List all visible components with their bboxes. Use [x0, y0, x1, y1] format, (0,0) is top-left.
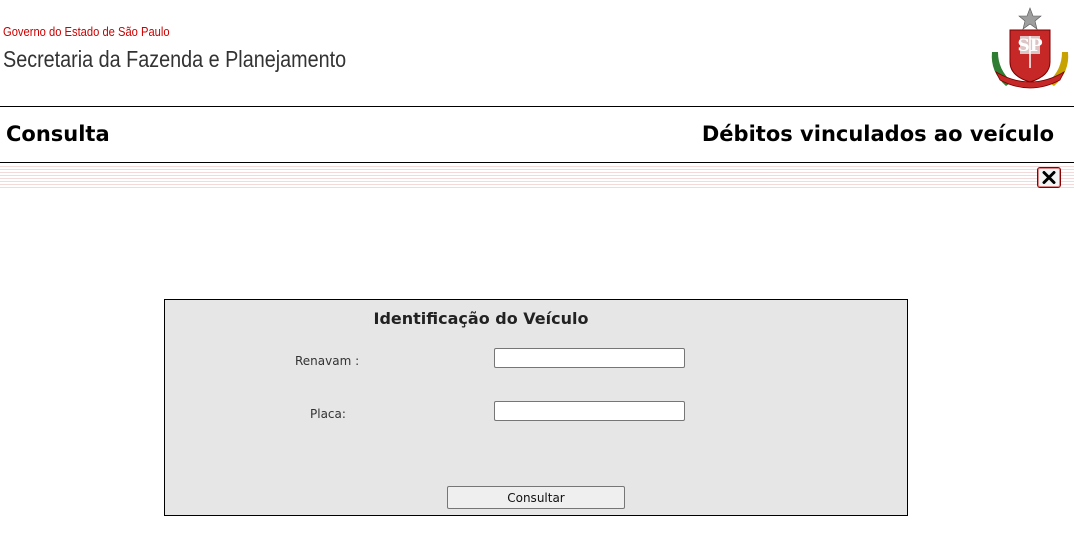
- page-title: Débitos vinculados ao veículo: [701, 122, 1054, 146]
- government-name: Governo do Estado de São Paulo: [3, 24, 170, 39]
- close-button[interactable]: [1037, 167, 1061, 188]
- vehicle-identification-form: Identificação do Veículo Renavam : Placa…: [164, 299, 908, 516]
- consultar-button[interactable]: Consultar: [447, 486, 625, 509]
- placa-input[interactable]: [494, 401, 685, 421]
- coat-of-arms-text: SP: [1017, 36, 1042, 56]
- header-divider: [0, 106, 1074, 107]
- site-header: Governo do Estado de São Paulo Secretari…: [0, 0, 1074, 106]
- close-icon: [1042, 171, 1056, 184]
- renavam-label: Renavam :: [295, 354, 360, 368]
- secretariat-name: Secretaria da Fazenda e Planejamento: [3, 46, 347, 72]
- renavam-input[interactable]: [494, 348, 685, 368]
- placa-label: Placa:: [310, 407, 346, 421]
- coat-of-arms-icon: SP: [986, 6, 1074, 92]
- decorative-stripe-bar: [0, 166, 1074, 190]
- page-section-title: Consulta: [6, 122, 110, 146]
- title-divider: [0, 162, 1074, 163]
- form-title: Identificação do Veículo: [373, 309, 589, 328]
